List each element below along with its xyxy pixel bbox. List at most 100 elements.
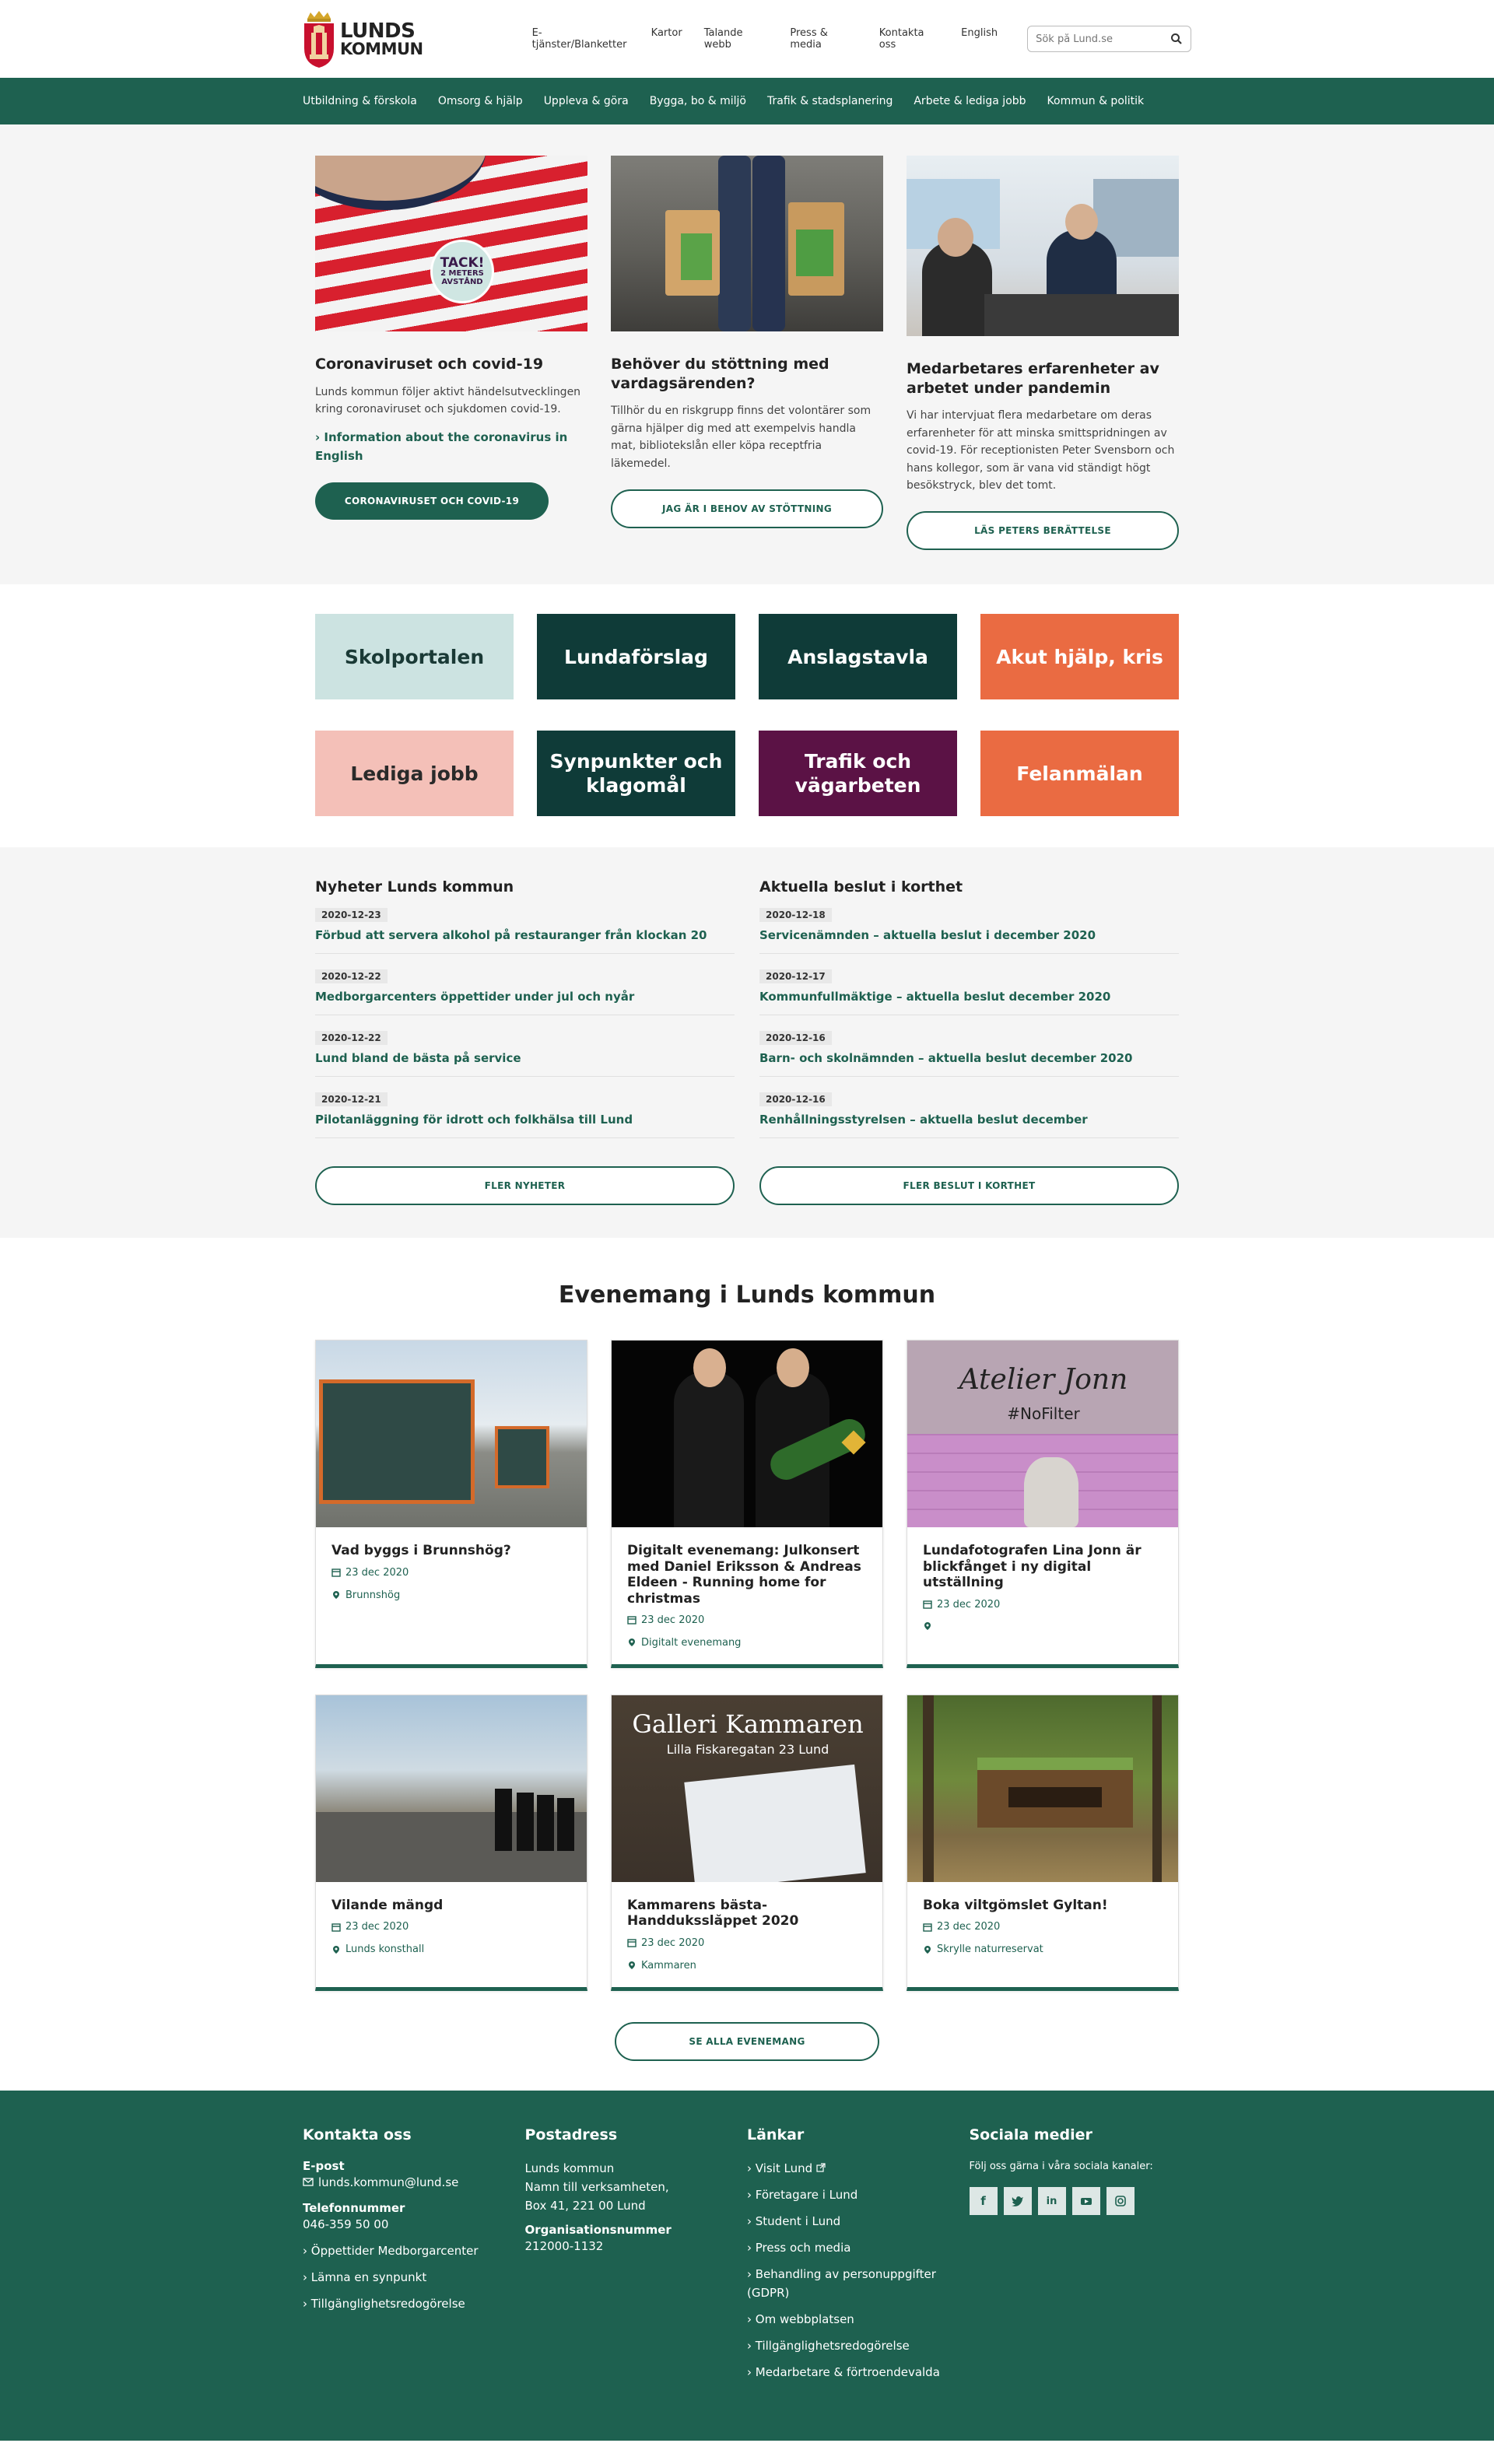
footer-link-student[interactable]: › Student i Lund <box>747 2212 970 2231</box>
event-image-julkonsert <box>612 1341 882 1528</box>
corona-button[interactable]: CORONAVIRUSET OCH COVID-19 <box>315 482 549 520</box>
decision-link[interactable]: Servicenämnden – aktuella beslut i decem… <box>759 928 1179 942</box>
org-number-label: Organisationsnummer <box>524 2222 672 2237</box>
youtube-icon[interactable] <box>1071 2187 1100 2216</box>
nav-kommun[interactable]: Kommun & politik <box>1047 95 1145 107</box>
corona-english-link[interactable]: › Information about the coronavirus in E… <box>315 429 587 465</box>
search-box <box>1027 26 1191 52</box>
footer-social-heading: Sociala medier <box>969 2126 1092 2143</box>
hero-image-support <box>611 156 883 331</box>
staff-story-button[interactable]: LÄS PETERS BERÄTTELSE <box>907 511 1179 551</box>
footer-link-press[interactable]: › Press och media <box>747 2238 970 2257</box>
all-events-button[interactable]: SE ALLA EVENEMANG <box>615 2021 879 2061</box>
tile-anslagstavla[interactable]: Anslagstavla <box>759 614 957 700</box>
email-link[interactable]: lunds.kommun@lund.se <box>318 2173 458 2192</box>
top-link-kartor[interactable]: Kartor <box>651 27 682 51</box>
news-link[interactable]: Lund bland de bästa på service <box>315 1051 735 1065</box>
event-date: 23 dec 2020 <box>937 1921 1001 1933</box>
decision-link[interactable]: Kommunfullmäktige – aktuella beslut dece… <box>759 990 1179 1004</box>
phone-number: 046-359 50 00 <box>303 2217 389 2231</box>
top-link-english[interactable]: English <box>961 27 998 51</box>
tile-felanmalan[interactable]: Felanmälan <box>980 731 1179 817</box>
footer-link-gdpr[interactable]: › Behandling av personuppgifter (GDPR) <box>747 2265 970 2302</box>
top-link-press-media[interactable]: Press & media <box>790 27 857 51</box>
news-link[interactable]: Medborgarcenters öppettider under jul oc… <box>315 990 735 1004</box>
hero-text-support: Tillhör du en riskgrupp finns det volont… <box>611 405 872 470</box>
event-location-row <box>923 1621 1163 1631</box>
footer-link-feedback[interactable]: › Lämna en synpunkt <box>303 2268 525 2287</box>
event-card[interactable]: Boka viltgömslet Gyltan! 23 dec 2020 Skr… <box>907 1694 1179 1991</box>
search-input[interactable] <box>1036 33 1170 45</box>
event-card[interactable]: Digitalt evenemang: Julkonsert med Danie… <box>611 1340 883 1668</box>
tile-synpunkter[interactable]: Synpunkter och klagomål <box>537 731 735 817</box>
galleri-kammaren-text: Galleri Kammaren <box>632 1709 864 1739</box>
event-title: Vilande mängd <box>331 1897 444 1913</box>
decision-item: 2020-12-16 Renhållningsstyrelsen – aktue… <box>759 1085 1179 1139</box>
tile-lediga-jobb[interactable]: Lediga jobb <box>315 731 514 817</box>
event-title: Kammarens bästa-Handduksslăppet 2020 <box>627 1897 799 1929</box>
footer-link-opening-hours[interactable]: › Öppettider Medborgarcenter <box>303 2241 525 2260</box>
event-card[interactable]: Vad byggs i Brunnshög? 23 dec 2020 Brunn… <box>315 1340 587 1668</box>
event-card[interactable]: Atelier Jonn #NoFilter Lundafotografen L… <box>907 1340 1179 1668</box>
footer-link-accessibility[interactable]: › Tillgänglighetsredogörelse <box>303 2294 525 2313</box>
event-location-row: Kammaren <box>627 1960 867 1972</box>
top-link-e-tjanster[interactable]: E-tjänster/Blanketter <box>532 27 630 51</box>
decision-link[interactable]: Barn- och skolnämnden – aktuella beslut … <box>759 1051 1179 1065</box>
nav-arbete[interactable]: Arbete & lediga jobb <box>914 95 1026 107</box>
events-heading: Evenemang i Lunds kommun <box>558 1281 936 1309</box>
calendar-icon <box>331 1922 341 1932</box>
nav-uppleva[interactable]: Uppleva & göra <box>544 95 629 107</box>
footer-link-foretagare[interactable]: › Företagare i Lund <box>747 2185 970 2204</box>
nav-utbildning[interactable]: Utbildning & förskola <box>303 95 417 107</box>
top-link-talande-webb[interactable]: Talande webb <box>704 27 769 51</box>
news-date: 2020-12-21 <box>315 1092 388 1107</box>
decision-date: 2020-12-18 <box>759 908 832 923</box>
news-link[interactable]: Förbud att servera alkohol på restaurang… <box>315 928 735 942</box>
event-image-brunnshog <box>316 1341 587 1528</box>
map-pin-icon <box>331 1945 341 1954</box>
footer-links: Länkar › Visit Lund › Företagare i Lund … <box>747 2126 970 2389</box>
news-link[interactable]: Pilotanläggning för idrott och folkhälsa… <box>315 1113 735 1127</box>
footer-link-about[interactable]: › Om webbplatsen <box>747 2310 970 2329</box>
news-item: 2020-12-23 Förbud att servera alkohol på… <box>315 900 735 955</box>
facebook-icon[interactable]: f <box>969 2187 998 2216</box>
more-news-button[interactable]: FLER NYHETER <box>315 1166 735 1206</box>
tile-trafik[interactable]: Trafik och vägarbeten <box>759 731 957 817</box>
support-button[interactable]: JAG ÄR I BEHOV AV STÖTTNING <box>611 489 883 528</box>
tack-badge: TACK! 2 METERS AVSTÅND <box>430 240 494 303</box>
footer-postal-heading: Postadress <box>524 2126 618 2143</box>
footer-social: Sociala medier Följ oss gärna i våra soc… <box>969 2126 1192 2389</box>
org-number: 212000-1132 <box>524 2238 604 2253</box>
nav-bygga[interactable]: Bygga, bo & miljö <box>650 95 746 107</box>
instagram-icon[interactable] <box>1106 2187 1135 2216</box>
event-location: Skrylle naturreservat <box>937 1944 1043 1956</box>
site-logo[interactable]: LUNDS KOMMUN <box>303 9 423 68</box>
footer-link-visit-lund[interactable]: › Visit Lund <box>747 2159 970 2178</box>
tile-skolportalen[interactable]: Skolportalen <box>315 614 514 700</box>
footer-postal: Postadress Lunds kommun Namn till verksa… <box>525 2126 748 2389</box>
decision-link[interactable]: Renhållningsstyrelsen – aktuella beslut … <box>759 1113 1179 1127</box>
twitter-icon[interactable] <box>1003 2187 1032 2216</box>
logo-line-2: KOMMUN <box>340 39 423 58</box>
decision-date: 2020-12-17 <box>759 969 832 984</box>
event-location-row: Skrylle naturreservat <box>923 1944 1163 1955</box>
event-date: 23 dec 2020 <box>937 1598 1001 1611</box>
nav-omsorg[interactable]: Omsorg & hjälp <box>438 95 523 107</box>
event-card[interactable]: Galleri Kammaren Lilla Fiskaregatan 23 L… <box>611 1694 883 1991</box>
tile-akut-hjalp[interactable]: Akut hjälp, kris <box>980 614 1179 700</box>
footer-link-staff[interactable]: › Medarbetare & förtroendevalda <box>747 2363 970 2382</box>
more-decisions-button[interactable]: FLER BESLUT I KORTHET <box>759 1166 1179 1206</box>
event-card[interactable]: Vilande mängd 23 dec 2020 Lunds konsthal… <box>315 1694 587 1991</box>
envelope-icon <box>303 2173 314 2192</box>
top-link-kontakta-oss[interactable]: Kontakta oss <box>879 27 939 51</box>
nav-trafik[interactable]: Trafik & stadsplanering <box>767 95 893 107</box>
linkedin-icon[interactable]: in <box>1037 2187 1066 2216</box>
external-link-icon <box>816 2159 826 2178</box>
news-date: 2020-12-23 <box>315 908 388 923</box>
search-icon[interactable] <box>1170 33 1183 45</box>
news-section: Nyheter Lunds kommun 2020-12-23 Förbud a… <box>0 847 1494 1239</box>
footer-link-tillganglighet[interactable]: › Tillgänglighetsredogörelse <box>747 2336 970 2355</box>
event-date-row: 23 dec 2020 <box>923 1599 1163 1611</box>
tile-lundaforslag[interactable]: Lundaförslag <box>537 614 735 700</box>
event-date-row: 23 dec 2020 <box>331 1567 571 1579</box>
